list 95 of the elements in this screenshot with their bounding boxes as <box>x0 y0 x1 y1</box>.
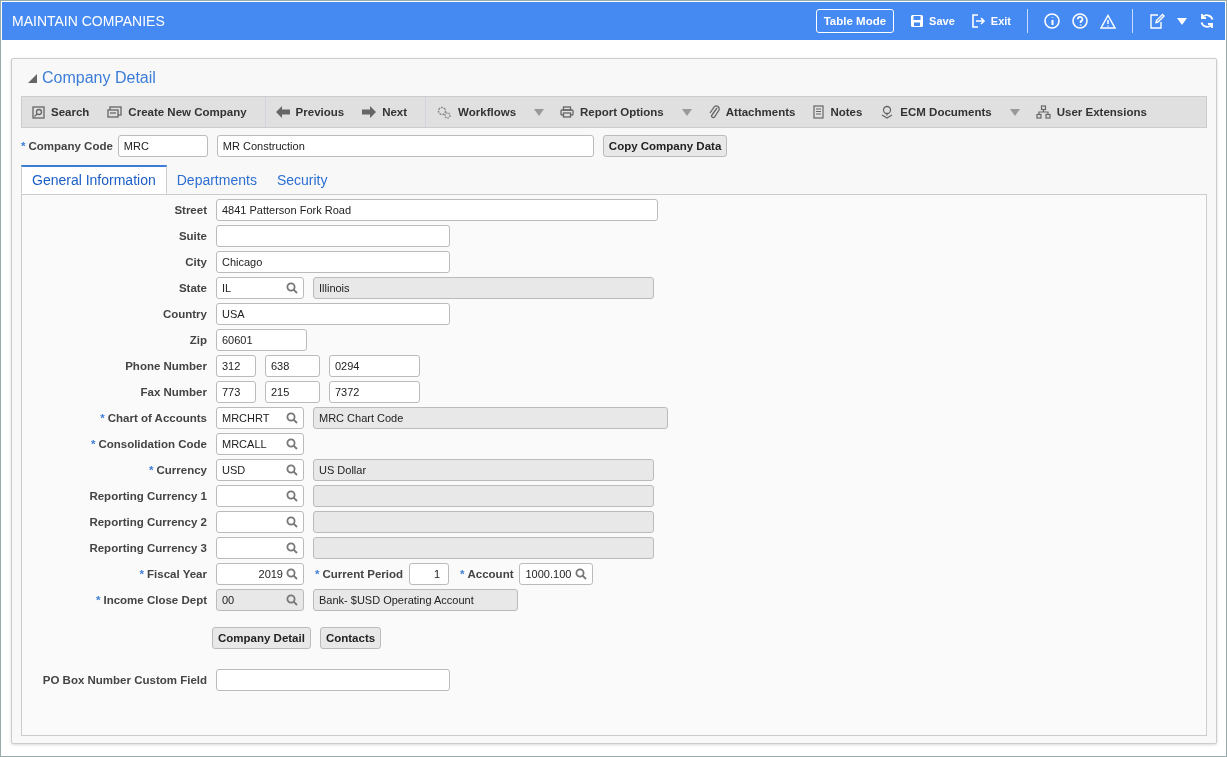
lookup-field[interactable]: USD <box>216 459 304 481</box>
stacked-window-icon <box>107 106 123 118</box>
paperclip-icon <box>707 105 720 119</box>
company-code-field[interactable]: MRC <box>117 135 208 157</box>
caret-down-icon[interactable] <box>1177 17 1187 25</box>
toolbar-button[interactable]: Notes <box>813 105 863 119</box>
search-icon[interactable] <box>286 412 298 424</box>
read-only-field: MRC Chart Code <box>313 407 668 429</box>
field-label: * Company Code <box>21 140 113 152</box>
search-icon[interactable] <box>286 516 298 528</box>
lookup-field[interactable]: 1000.100 <box>519 563 594 585</box>
search-icon[interactable] <box>286 542 298 554</box>
document-icon <box>813 105 825 119</box>
field-label: City <box>184 256 207 268</box>
field-label: * Chart of Accounts <box>99 412 207 424</box>
input-field[interactable]: 773 <box>216 381 256 403</box>
arrow-left-icon <box>275 106 290 118</box>
field-label: PO Box Number Custom Field <box>41 674 207 686</box>
magnifier-page-icon <box>32 105 45 119</box>
input-field[interactable]: Chicago <box>216 251 450 273</box>
toolbar-button[interactable]: Attachments <box>707 105 796 119</box>
hierarchy-icon <box>1035 105 1051 119</box>
warning-icon[interactable] <box>1100 13 1116 29</box>
printer-icon <box>560 106 575 118</box>
field-label: Street <box>173 204 207 216</box>
lookup-field[interactable]: 2019 <box>216 563 304 585</box>
exit-door-icon <box>970 14 986 28</box>
toolbar-button[interactable]: User Extensions <box>1035 105 1147 119</box>
input-field[interactable]: 215 <box>265 381 320 403</box>
read-only-field: US Dollar <box>313 459 654 481</box>
field-label: * Fiscal Year <box>138 568 207 580</box>
toolbar-button[interactable]: Create New Company <box>107 106 247 118</box>
field-label: * Current Period <box>315 568 403 580</box>
lookup-field[interactable] <box>216 537 304 559</box>
search-icon[interactable] <box>286 438 298 450</box>
search-icon[interactable] <box>286 490 298 502</box>
input-field[interactable]: 4841 Patterson Fork Road <box>216 199 658 221</box>
field-label: * Income Close Dept <box>95 594 207 606</box>
help-icon[interactable] <box>1072 13 1088 29</box>
toolbar-button[interactable]: Workflows <box>436 105 517 119</box>
field-label: Reporting Currency 2 <box>88 516 207 528</box>
company-name-field[interactable]: MR Construction <box>216 135 594 157</box>
caret-down-icon[interactable] <box>681 108 692 116</box>
form-button[interactable]: Company Detail <box>212 627 311 649</box>
field-label: Suite <box>177 230 207 242</box>
field-label: * Currency <box>148 464 207 476</box>
window-title: MAINTAIN COMPANIES <box>12 13 166 29</box>
refresh-icon[interactable] <box>1199 13 1215 29</box>
info-icon[interactable] <box>1044 13 1060 29</box>
toolbar-button[interactable]: ECM Documents <box>880 105 992 119</box>
input-field[interactable]: 60601 <box>216 329 307 351</box>
form-button[interactable]: Contacts <box>319 627 382 649</box>
search-icon[interactable] <box>286 282 298 294</box>
field-label: Zip <box>188 334 207 346</box>
search-icon[interactable] <box>286 464 298 476</box>
input-field[interactable] <box>216 225 450 247</box>
caret-down-icon[interactable] <box>534 108 545 116</box>
caret-down-icon[interactable] <box>1009 108 1020 116</box>
document-pin-icon <box>880 105 895 119</box>
input-field[interactable]: 638 <box>265 355 320 377</box>
lookup-field[interactable]: IL <box>216 277 304 299</box>
input-field[interactable]: 0294 <box>329 355 420 377</box>
field-label: Phone Number <box>124 360 207 372</box>
field-label: State <box>177 282 207 294</box>
panel-title: Company Detail <box>42 69 156 87</box>
read-only-field: Illinois <box>313 277 654 299</box>
field-label: * Consolidation Code <box>89 438 207 450</box>
input-field[interactable]: 1 <box>409 563 449 585</box>
lookup-field[interactable]: MRCHRT <box>216 407 304 429</box>
lookup-field[interactable]: MRCALL <box>216 433 304 455</box>
input-field[interactable]: 312 <box>216 355 256 377</box>
tab[interactable]: Departments <box>166 165 267 194</box>
collapse-triangle-icon[interactable] <box>28 73 37 83</box>
field-label: Country <box>161 308 207 320</box>
toolbar-button[interactable]: Search <box>32 105 90 119</box>
tab[interactable]: Security <box>266 165 338 194</box>
field-label: Fax Number <box>139 386 207 398</box>
input-field[interactable] <box>216 669 450 691</box>
input-field[interactable]: 7372 <box>329 381 420 403</box>
search-icon[interactable] <box>575 568 588 580</box>
edit-icon[interactable] <box>1149 13 1165 29</box>
copy-company-data-button[interactable]: Copy Company Data <box>602 135 728 157</box>
toolbar-button[interactable]: Next <box>362 106 408 118</box>
field-label: * Account <box>460 568 514 580</box>
lookup-field[interactable] <box>216 485 304 507</box>
tab[interactable]: General Information <box>21 165 167 194</box>
read-only-field: Bank- $USD Operating Account <box>313 589 518 611</box>
toolbar-button[interactable]: Report Options <box>560 106 664 118</box>
lookup-field[interactable] <box>216 511 304 533</box>
toolbar-button[interactable]: Previous <box>275 106 345 118</box>
arrow-right-icon <box>362 106 377 118</box>
search-icon[interactable] <box>286 568 298 580</box>
field-label: Reporting Currency 1 <box>88 490 207 502</box>
field-label: Reporting Currency 3 <box>88 542 207 554</box>
input-field[interactable]: USA <box>216 303 450 325</box>
